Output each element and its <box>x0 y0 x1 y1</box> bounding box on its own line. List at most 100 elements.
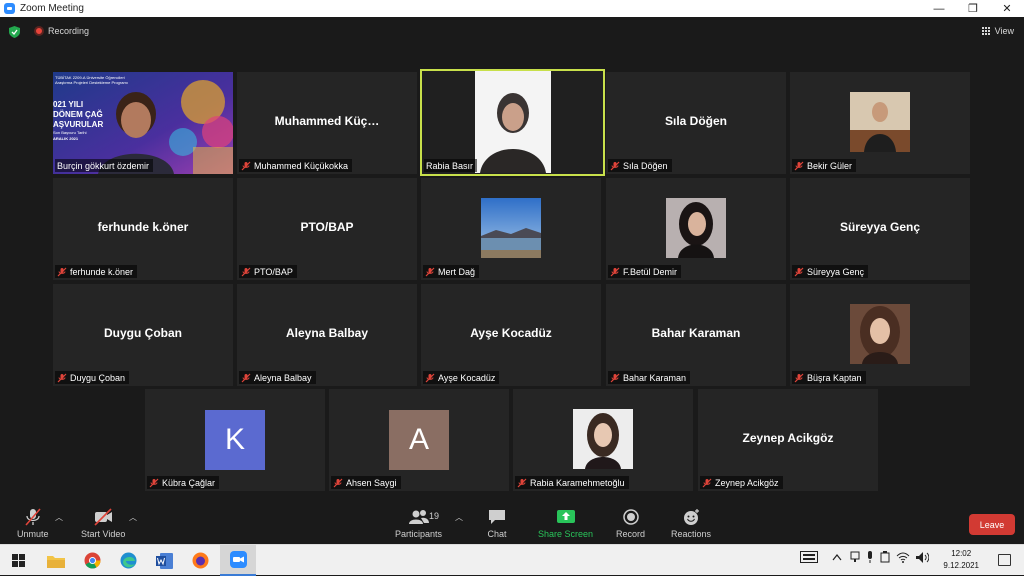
participant-tile[interactable]: Sıla Döğen Sıla Döğen <box>606 72 786 174</box>
recording-indicator[interactable]: Recording <box>34 26 89 36</box>
keyboard-icon[interactable] <box>800 551 818 563</box>
leave-button[interactable]: Leave <box>969 514 1015 535</box>
maximize-button[interactable]: ❐ <box>956 0 990 17</box>
taskbar-clock[interactable]: 12:02 9.12.2021 <box>943 548 979 572</box>
record-icon <box>622 509 639 525</box>
participant-name-label: ferhunde k.öner <box>55 265 138 278</box>
start-video-label: Start Video <box>81 529 126 539</box>
banner-line: AŞVURULAR <box>53 120 104 129</box>
participant-profile-photo <box>666 198 726 258</box>
participant-tile[interactable]: F.Betül Demir <box>606 178 786 280</box>
participant-tile[interactable]: Ayşe Kocadüz Ayşe Kocadüz <box>421 284 601 386</box>
participant-display-name: Aleyna Balbay <box>285 326 369 340</box>
chat-label: Chat <box>487 529 507 539</box>
share-screen-label: Share Screen <box>538 529 594 539</box>
view-label: View <box>994 26 1014 36</box>
mic-muted-icon <box>610 373 620 382</box>
microphone-tray-icon[interactable] <box>866 551 874 563</box>
participant-name: Rabia Karamehmetoğlu <box>530 477 625 488</box>
reactions-button[interactable]: Reactions <box>671 508 711 539</box>
clock-date: 9.12.2021 <box>943 561 979 570</box>
unmute-button[interactable]: Unmute <box>17 508 49 539</box>
participant-tile[interactable]: TÜBİTAK 2209-A Üniversite Öğrencileri Ar… <box>53 72 233 174</box>
start-video-button[interactable]: Start Video <box>81 508 125 539</box>
taskbar-zoom[interactable] <box>220 545 256 576</box>
participant-tile[interactable]: A Ahsen Saygi <box>329 389 509 491</box>
participant-name: Rabia Basır <box>426 160 474 171</box>
participant-name: Büşra Kaptan <box>807 372 862 383</box>
wifi-icon[interactable] <box>896 552 910 563</box>
taskbar-chrome[interactable] <box>74 545 110 576</box>
mic-muted-icon <box>241 373 251 382</box>
banner-line: DÖNEM ÇAĞ <box>53 110 103 119</box>
participant-tile[interactable]: Süreyya Genç Süreyya Genç <box>790 178 970 280</box>
participant-tile[interactable]: Mert Dağ <box>421 178 601 280</box>
participant-profile-photo <box>573 409 633 469</box>
view-button[interactable]: View <box>981 26 1014 36</box>
participant-name: Bahar Karaman <box>623 372 687 383</box>
participant-name: F.Betül Demir <box>623 266 678 277</box>
record-button[interactable]: Record <box>616 508 645 539</box>
participant-tile[interactable]: ferhunde k.öner ferhunde k.öner <box>53 178 233 280</box>
mic-muted-icon <box>517 478 527 487</box>
close-button[interactable]: ✕ <box>990 0 1024 17</box>
banner-headline: 021 YILI DÖNEM ÇAĞ AŞVURULAR Son Başvuru… <box>53 100 103 142</box>
participant-name: ferhunde k.öner <box>70 266 134 277</box>
participant-tile[interactable]: Aleyna Balbay Aleyna Balbay <box>237 284 417 386</box>
participant-tile[interactable]: K Kübra Çağlar <box>145 389 325 491</box>
participant-name: Ahsen Saygi <box>346 477 397 488</box>
participant-tile[interactable]: Muhammed Küç… Muhammed Küçükokka <box>237 72 417 174</box>
participant-tile[interactable]: Bahar Karaman Bahar Karaman <box>606 284 786 386</box>
mic-muted-icon <box>702 478 712 487</box>
participant-name-label: Rabia Basır <box>424 159 478 172</box>
participant-tile-active-speaker[interactable]: Rabia Basır <box>420 69 605 176</box>
participant-display-name: ferhunde k.öner <box>97 220 189 234</box>
chat-button[interactable]: Chat <box>487 508 507 539</box>
participants-options-caret-icon[interactable]: ︿ <box>455 512 463 523</box>
mic-muted-icon <box>241 161 251 170</box>
edge-icon <box>120 552 136 569</box>
taskbar-edge[interactable] <box>110 545 146 576</box>
participant-name-label: Sıla Döğen <box>608 159 672 172</box>
participant-tile[interactable]: Rabia Karamehmetoğlu <box>513 389 693 491</box>
participant-profile-photo <box>850 92 910 152</box>
participant-name-label: Zeynep Acikgöz <box>700 476 783 489</box>
taskbar-file-explorer[interactable] <box>38 545 74 576</box>
windows-start-button[interactable] <box>0 545 36 576</box>
share-screen-icon <box>556 510 575 523</box>
participant-display-name: PTO/BAP <box>300 220 354 234</box>
participant-tile[interactable]: PTO/BAP PTO/BAP <box>237 178 417 280</box>
participant-display-name: Duygu Çoban <box>104 326 182 340</box>
network-adapter-icon[interactable] <box>850 551 860 563</box>
show-hidden-icons-chevron-icon[interactable] <box>832 553 842 561</box>
participant-tile[interactable]: Büşra Kaptan <box>790 284 970 386</box>
security-shield-icon[interactable] <box>9 26 20 38</box>
banner-line: 021 YILI <box>53 100 84 109</box>
participant-name: Ayşe Kocadüz <box>438 372 496 383</box>
taskbar-word[interactable] <box>146 545 182 576</box>
taskbar-firefox[interactable] <box>182 545 218 576</box>
mic-muted-icon <box>610 267 620 276</box>
participant-tile[interactable]: Bekir Güler <box>790 72 970 174</box>
minimize-button[interactable]: — <box>922 0 956 17</box>
volume-icon[interactable] <box>916 551 929 563</box>
share-screen-button[interactable]: Share Screen <box>538 508 593 539</box>
system-tray <box>800 551 929 563</box>
windows-logo-icon <box>11 554 25 567</box>
video-options-caret-icon[interactable]: ︿ <box>129 512 137 523</box>
participant-avatar-letter: K <box>205 410 265 470</box>
audio-options-caret-icon[interactable]: ︿ <box>55 512 63 523</box>
participant-name-label: Bekir Güler <box>792 159 857 172</box>
participant-name-label: Kübra Çağlar <box>147 476 220 489</box>
participant-name-label: Bahar Karaman <box>608 371 691 384</box>
participant-name: Aleyna Balbay <box>254 372 312 383</box>
participant-tile[interactable]: Zeynep Acikgöz Zeynep Acikgöz <box>698 389 878 491</box>
participants-icon <box>408 510 429 524</box>
participant-name: Sıla Döğen <box>623 160 668 171</box>
notifications-icon[interactable] <box>998 554 1011 566</box>
participant-name: Duygu Çoban <box>70 372 126 383</box>
participant-name-label: Muhammed Küçükokka <box>239 159 353 172</box>
participant-tile[interactable]: Duygu Çoban Duygu Çoban <box>53 284 233 386</box>
battery-icon[interactable] <box>880 551 890 563</box>
participant-name-label: F.Betül Demir <box>608 265 682 278</box>
